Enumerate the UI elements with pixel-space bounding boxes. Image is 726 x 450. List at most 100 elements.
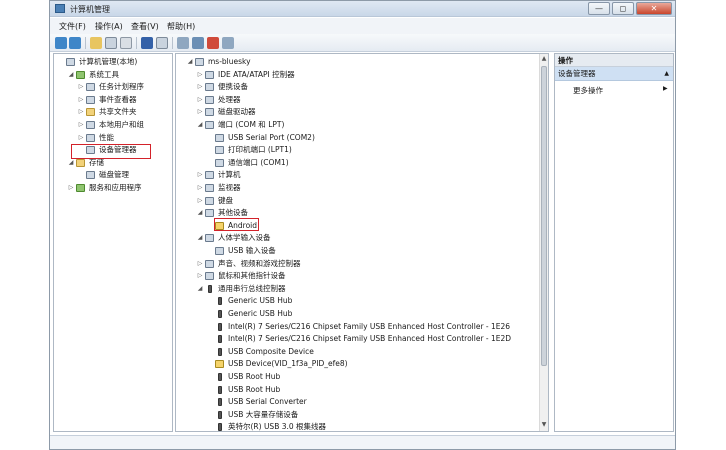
usb-icon [208, 284, 212, 293]
properties-sheet-icon[interactable] [120, 37, 132, 49]
expand-arrow-icon[interactable]: ▷ [196, 270, 204, 282]
device-tree[interactable]: ▲ ▼ ◢ ms-bluesky ▷ IDE ATA/ATAPI 控制器 ▷ 便携设备 ▷ 处… [175, 53, 549, 432]
device-tree-item[interactable]: USB Root Hub [176, 371, 538, 383]
usb-icon [218, 385, 222, 394]
nav-tree-item-label: 磁盘管理 [99, 170, 129, 180]
device-tree-item[interactable]: Intel(R) 7 Series/C216 Chipset Family US… [176, 333, 538, 345]
expand-arrow-icon[interactable]: ▷ [196, 69, 204, 81]
collapse-arrow-icon[interactable]: ◢ [196, 232, 204, 244]
menu-file[interactable]: 文件(F) [59, 21, 86, 32]
device-tree-item[interactable]: USB Composite Device [176, 346, 538, 358]
expand-arrow-icon[interactable]: ▷ [196, 258, 204, 270]
expand-arrow-icon[interactable]: ▷ [77, 81, 85, 93]
device-tree-item[interactable]: ◢ 人体学输入设备 [176, 232, 538, 244]
actions-device-manager-label: 设备管理器 [558, 69, 596, 78]
expand-arrow-icon[interactable]: ▷ [67, 182, 75, 194]
expand-arrow-icon[interactable]: ▷ [77, 106, 85, 118]
scan-hardware-icon[interactable] [177, 37, 189, 49]
collapse-arrow-icon[interactable]: ◢ [67, 69, 75, 81]
device-tree-item[interactable]: ▷ 声音、视频和游戏控制器 [176, 258, 538, 270]
device-tree-item-label: 键盘 [218, 195, 233, 205]
device-tree-item[interactable]: ▷ 监视器 [176, 182, 538, 194]
collapse-arrow-icon[interactable]: ◢ [186, 56, 194, 68]
expand-arrow-icon[interactable]: ▷ [196, 106, 204, 118]
collapse-arrow-icon[interactable]: ◢ [196, 119, 204, 131]
device-tree-item[interactable]: USB Root Hub [176, 384, 538, 396]
minimize-button[interactable]: — [588, 2, 610, 15]
maximize-button[interactable]: ◻ [612, 2, 634, 15]
device-tree-item[interactable]: Generic USB Hub [176, 308, 538, 320]
collapse-arrow-icon[interactable]: ◢ [196, 207, 204, 219]
computer-icon [195, 58, 204, 66]
device-tree-item[interactable]: 通信端口 (COM1) [176, 157, 538, 169]
collapse-arrow-icon[interactable]: ◢ [196, 283, 204, 295]
nav-tree-item[interactable]: ▷ 性能 [54, 132, 172, 144]
actions-device-manager[interactable]: 设备管理器 ▲ [555, 67, 673, 81]
expand-arrow-icon[interactable]: ▷ [196, 195, 204, 207]
expand-arrow-icon[interactable]: ▷ [196, 94, 204, 106]
view-icon[interactable] [156, 37, 168, 49]
close-button[interactable]: ✕ [636, 2, 672, 15]
update-driver-icon[interactable] [192, 37, 204, 49]
scroll-up-arrow-icon[interactable]: ▲ [540, 54, 548, 64]
expand-arrow-icon[interactable]: ▷ [196, 81, 204, 93]
expand-arrow-icon[interactable]: ▷ [196, 182, 204, 194]
scroll-down-arrow-icon[interactable]: ▼ [540, 420, 548, 430]
nav-tree-item-label: 本地用户和组 [99, 120, 144, 129]
nav-tree-item[interactable]: 计算机管理(本地) [54, 56, 172, 68]
collapse-arrow-icon[interactable]: ▲ [664, 67, 669, 81]
device-tree-item[interactable]: ▷ IDE ATA/ATAPI 控制器 [176, 69, 538, 81]
expand-arrow-icon[interactable]: ▷ [77, 119, 85, 131]
menu-help[interactable]: 帮助(H) [167, 21, 195, 32]
forward-arrow-icon[interactable] [69, 37, 81, 49]
expand-arrow-icon[interactable]: ▷ [77, 94, 85, 106]
menu-action[interactable]: 操作(A) [95, 21, 123, 32]
nav-tree-item[interactable]: ▷ 服务和应用程序 [54, 182, 172, 194]
status-bar [50, 435, 675, 449]
device-tree-item[interactable]: ▷ 便携设备 [176, 81, 538, 93]
back-arrow-icon[interactable] [55, 37, 67, 49]
help-icon[interactable] [141, 37, 153, 49]
nav-tree-item[interactable]: ◢ 系统工具 [54, 69, 172, 81]
device-tree-item[interactable]: USB Device(VID_1f3a_PID_efe8) [176, 358, 538, 370]
device-tree-item[interactable]: ◢ 通用串行总线控制器 [176, 283, 538, 295]
device-tree-item[interactable]: ◢ 端口 (COM 和 LPT) [176, 119, 538, 131]
device-tree-item[interactable]: ▷ 鼠标和其他指针设备 [176, 270, 538, 282]
device-tree-item[interactable]: USB 大容量存储设备 [176, 409, 538, 421]
nav-tree-item[interactable]: ▷ 任务计划程序 [54, 81, 172, 93]
event-icon [86, 95, 95, 104]
performance-icon [86, 133, 95, 142]
device-tree-item[interactable]: 英特尔(R) USB 3.0 根集线器 [176, 421, 538, 431]
vertical-scrollbar[interactable]: ▲ ▼ [539, 54, 548, 431]
nav-tree-item[interactable]: 磁盘管理 [54, 169, 172, 181]
scrollbar-thumb[interactable] [541, 66, 547, 366]
menu-view[interactable]: 查看(V) [131, 21, 159, 32]
nav-tree-item[interactable]: ▷ 事件查看器 [54, 94, 172, 106]
navigation-tree[interactable]: 计算机管理(本地) ◢ 系统工具 ▷ 任务计划程序 ▷ 事件查看器 ▷ 共享文件夹 ▷ 本地用户和组… [53, 53, 173, 432]
device-tree-item[interactable]: Generic USB Hub [176, 295, 538, 307]
more-actions-link[interactable]: 更多操作 [573, 85, 603, 96]
usb-icon [218, 347, 222, 356]
storage-icon [76, 158, 85, 167]
device-tree-item[interactable]: ▷ 磁盘驱动器 [176, 106, 538, 118]
device-tree-item[interactable]: 打印机端口 (LPT1) [176, 144, 538, 156]
nav-tree-item[interactable]: ▷ 本地用户和组 [54, 119, 172, 131]
show-tree-icon[interactable] [105, 37, 117, 49]
device-tree-item[interactable]: ▷ 处理器 [176, 94, 538, 106]
expand-arrow-icon[interactable]: ▷ [77, 132, 85, 144]
device-tree-item[interactable]: ▷ 键盘 [176, 195, 538, 207]
device-tree-item-label: 端口 (COM 和 LPT) [218, 120, 285, 129]
device-tree-item[interactable]: Intel(R) 7 Series/C216 Chipset Family US… [176, 321, 538, 333]
device-tree-item-label: 便携设备 [218, 82, 248, 92]
device-tree-item[interactable]: USB Serial Converter [176, 396, 538, 408]
device-tree-item[interactable]: ▷ 计算机 [176, 169, 538, 181]
enable-device-icon[interactable] [222, 37, 234, 49]
up-folder-icon[interactable] [90, 37, 102, 49]
device-tree-item-label: 通用串行总线控制器 [218, 283, 286, 293]
uninstall-icon[interactable] [207, 37, 219, 49]
nav-tree-item[interactable]: ▷ 共享文件夹 [54, 106, 172, 118]
device-tree-item[interactable]: ◢ ms-bluesky [176, 56, 538, 68]
device-tree-item[interactable]: USB Serial Port (COM2) [176, 132, 538, 144]
device-tree-item[interactable]: USB 输入设备 [176, 245, 538, 257]
expand-arrow-icon[interactable]: ▷ [196, 169, 204, 181]
